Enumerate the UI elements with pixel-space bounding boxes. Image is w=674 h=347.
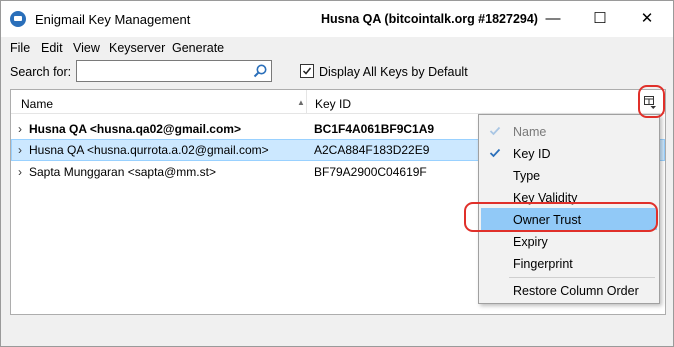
expand-arrow-icon[interactable]: › <box>18 143 22 157</box>
checkmark-icon <box>302 67 312 75</box>
search-icon[interactable] <box>252 63 268 79</box>
row-key-id: BF79A2900C04619F <box>314 165 427 179</box>
menu-item-expiry[interactable]: Expiry <box>481 230 657 252</box>
column-header-keyid[interactable]: Key ID <box>315 97 351 111</box>
row-key-id: BC1F4A061BF9C1A9 <box>314 122 435 136</box>
menu-item-key-id[interactable]: Key ID <box>481 142 657 164</box>
menu-item-label: Key ID <box>513 147 551 161</box>
sort-ascending-icon: ▲ <box>297 98 305 107</box>
search-field[interactable] <box>76 60 272 82</box>
checkmark-icon <box>489 148 501 158</box>
row-user-id: Sapta Munggaran <sapta@mm.st> <box>29 165 216 179</box>
menu-item-label: Restore Column Order <box>513 284 639 298</box>
menu-generate[interactable]: Generate <box>172 41 224 55</box>
row-user-id: Husna QA <husna.qa02@gmail.com> <box>29 122 241 136</box>
expand-arrow-icon[interactable]: › <box>18 165 22 179</box>
menu-item-restore-column-order[interactable]: Restore Column Order <box>481 279 657 301</box>
enigmail-app-icon <box>10 11 26 27</box>
key-list-header: Name ▲ Key ID <box>11 90 665 114</box>
close-button[interactable]: ✕ <box>624 1 670 37</box>
search-input[interactable] <box>80 63 250 79</box>
annotation-highlight-owner-trust <box>464 202 658 232</box>
minimize-button[interactable]: — <box>530 1 576 37</box>
menu-item-name[interactable]: Name <box>481 120 657 142</box>
menu-item-type[interactable]: Type <box>481 164 657 186</box>
menu-item-label: Expiry <box>513 235 548 249</box>
annotation-highlight-column-picker <box>638 85 665 118</box>
window-user-label: Husna QA (bitcointalk.org #1827294) <box>321 12 538 26</box>
column-header-name-label: Name <box>21 97 54 111</box>
menu-edit[interactable]: Edit <box>41 41 63 55</box>
row-user-id: Husna QA <husna.qurrota.a.02@gmail.com> <box>29 143 269 157</box>
menu-item-label: Name <box>513 125 547 139</box>
expand-arrow-icon[interactable]: › <box>18 122 22 136</box>
menu-item-label: Type <box>513 169 541 183</box>
title-bar: Enigmail Key Management Husna QA (bitcoi… <box>1 1 673 37</box>
menu-file[interactable]: File <box>10 41 30 55</box>
column-header-name[interactable]: Name ▲ <box>11 90 307 114</box>
display-all-keys-label[interactable]: Display All Keys by Default <box>319 65 468 79</box>
display-all-keys-checkbox[interactable] <box>300 64 314 78</box>
menu-item-label: Fingerprint <box>513 257 573 271</box>
menu-bar: File Edit View Keyserver Generate <box>1 37 673 59</box>
row-key-id: A2CA884F183D22E9 <box>314 143 430 157</box>
key-management-window: Enigmail Key Management Husna QA (bitcoi… <box>0 0 674 347</box>
window-title: Enigmail Key Management <box>35 12 191 27</box>
menu-view[interactable]: View <box>73 41 100 55</box>
menu-item-fingerprint[interactable]: Fingerprint <box>481 252 657 274</box>
checkmark-icon <box>489 126 501 136</box>
search-label: Search for: <box>10 65 72 79</box>
menu-keyserver[interactable]: Keyserver <box>109 41 165 55</box>
maximize-button[interactable]: ☐ <box>577 1 623 37</box>
menu-separator <box>509 277 655 278</box>
status-bar <box>1 321 673 346</box>
